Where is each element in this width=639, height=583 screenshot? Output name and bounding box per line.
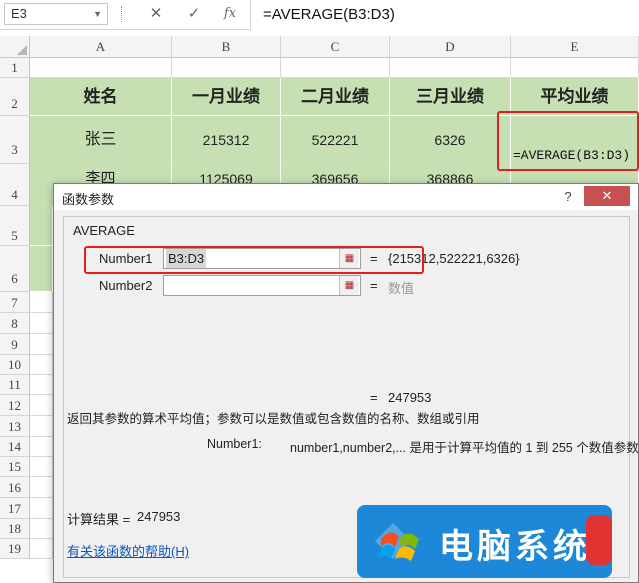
row-header-19[interactable]: 19	[0, 539, 30, 559]
total-value: 247953	[388, 390, 432, 405]
cell-c2[interactable]: 二月业绩	[281, 78, 390, 116]
total-equals: =	[370, 390, 378, 405]
cell-e3-formula: =AVERAGE(B3:D3)	[513, 148, 631, 163]
cell-a8[interactable]	[30, 313, 53, 334]
arg2-label: Number2	[99, 278, 153, 293]
cancel-button[interactable]: ✕	[144, 3, 168, 25]
name-box-value: E3	[11, 6, 27, 21]
watermark-banner: 电脑系统	[357, 505, 612, 578]
cell-e1[interactable]	[511, 58, 639, 78]
insert-function-button[interactable]: fx	[218, 3, 242, 25]
dialog-title: 函数参数	[62, 192, 115, 207]
column-header-b[interactable]: B	[172, 36, 281, 58]
column-header-d[interactable]: D	[390, 36, 511, 58]
cell-a6[interactable]	[30, 246, 53, 292]
row-header-15[interactable]: 15	[0, 457, 30, 477]
arg2-result: 数值	[388, 281, 415, 296]
row-header-3[interactable]: 3	[0, 116, 30, 164]
windows-logo-icon	[375, 523, 419, 561]
column-header-e[interactable]: E	[511, 36, 639, 58]
cell-d3[interactable]: 6326	[390, 116, 511, 164]
row-header-7[interactable]: 7	[0, 292, 30, 313]
cell-b2[interactable]: 一月业绩	[172, 78, 281, 116]
row-header-8[interactable]: 8	[0, 313, 30, 334]
cell-a7[interactable]	[30, 292, 53, 313]
calc-result-value: 247953	[137, 509, 181, 524]
function-name: AVERAGE	[73, 223, 135, 238]
name-box[interactable]: E3 ▼	[4, 3, 108, 25]
row-header-5[interactable]: 5	[0, 206, 30, 246]
column-header-a[interactable]: A	[30, 36, 172, 58]
argument-description-text: number1,number2,... 是用于计算平均值的 1 到 255 个数…	[290, 441, 639, 455]
select-all-corner[interactable]	[0, 36, 30, 58]
chevron-down-icon[interactable]: ▼	[93, 4, 102, 24]
cell-a15[interactable]	[30, 457, 53, 477]
row-header-14[interactable]: 14	[0, 437, 30, 457]
row-header-13[interactable]: 13	[0, 416, 30, 437]
cell-a16[interactable]	[30, 477, 53, 498]
row-header-9[interactable]: 9	[0, 334, 30, 355]
cell-c1[interactable]	[281, 58, 390, 78]
row-header-17[interactable]: 17	[0, 498, 30, 519]
function-help-link[interactable]: 有关该函数的帮助(H)	[67, 541, 189, 560]
watermark-text: 电脑系统	[439, 527, 591, 567]
cell-a12[interactable]	[30, 395, 53, 416]
cell-d1[interactable]	[390, 58, 511, 78]
formula-input[interactable]: =AVERAGE(B3:D3)	[250, 0, 639, 30]
enter-button[interactable]: ✓	[182, 3, 206, 25]
row-header-6[interactable]: 6	[0, 246, 30, 292]
row-header-4[interactable]: 4	[0, 164, 30, 206]
row-header-18[interactable]: 18	[0, 519, 30, 539]
function-description: 返回其参数的算术平均值；参数可以是数值或包含数值的名称、数组或引用	[67, 412, 480, 426]
column-header-c[interactable]: C	[281, 36, 390, 58]
formula-bar-separator	[121, 6, 123, 22]
cell-a19[interactable]	[30, 539, 53, 559]
cell-a2[interactable]: 姓名	[30, 78, 172, 116]
cell-a10[interactable]	[30, 355, 53, 375]
cell-a18[interactable]	[30, 519, 53, 539]
argument-description-label: Number1:	[207, 437, 262, 451]
cell-a9[interactable]	[30, 334, 53, 355]
cell-c3[interactable]: 522221	[281, 116, 390, 164]
cell-a13[interactable]	[30, 416, 53, 437]
row-header-2[interactable]: 2	[0, 78, 30, 116]
cell-b1[interactable]	[172, 58, 281, 78]
highlight-box-number1	[84, 246, 424, 274]
formula-bar: E3 ▼ ✕ ✓ fx =AVERAGE(B3:D3)	[0, 0, 639, 30]
row-header-11[interactable]: 11	[0, 375, 30, 395]
cell-d2[interactable]: 三月业绩	[390, 78, 511, 116]
number2-input[interactable]: ▦	[163, 275, 361, 296]
calc-result-label: 计算结果 =	[67, 512, 131, 527]
close-button[interactable]: ✕	[584, 186, 630, 206]
cell-a1[interactable]	[30, 58, 172, 78]
cell-a14[interactable]	[30, 437, 53, 457]
cell-b3[interactable]: 215312	[172, 116, 281, 164]
row-header-1[interactable]: 1	[0, 58, 30, 78]
row-header-10[interactable]: 10	[0, 355, 30, 375]
collapse-dialog-icon[interactable]: ▦	[339, 276, 359, 295]
arg2-equals: =	[370, 278, 378, 293]
row-header-12[interactable]: 12	[0, 395, 30, 416]
watermark-badge	[586, 515, 612, 565]
help-button[interactable]: ?	[558, 188, 578, 206]
cell-a17[interactable]	[30, 498, 53, 519]
row-header-16[interactable]: 16	[0, 477, 30, 498]
dialog-titlebar[interactable]: 函数参数 ? ✕	[54, 184, 638, 210]
cell-a3[interactable]: 张三	[30, 116, 172, 164]
cell-a11[interactable]	[30, 375, 53, 395]
cell-a5[interactable]	[30, 206, 53, 246]
